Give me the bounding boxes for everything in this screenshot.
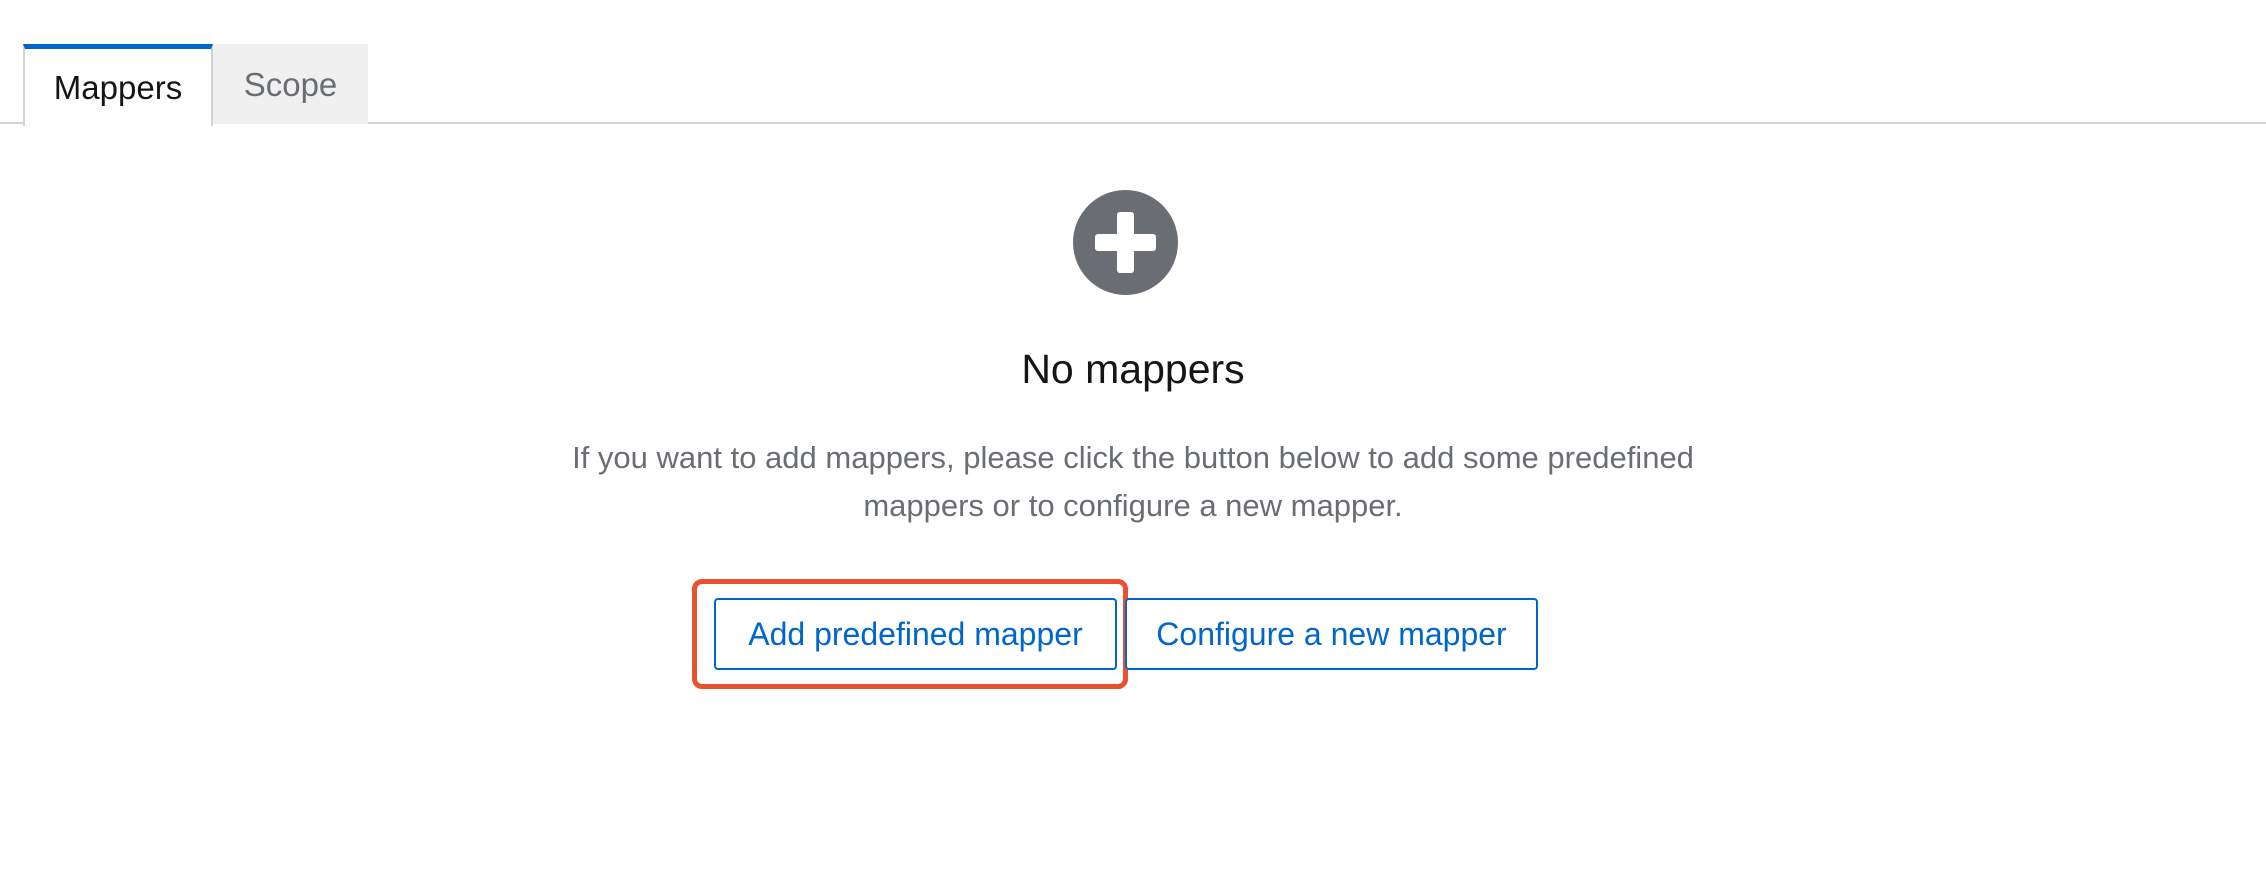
add-predefined-mapper-button[interactable]: Add predefined mapper (714, 598, 1117, 670)
configure-new-mapper-button[interactable]: Configure a new mapper (1125, 598, 1538, 670)
tab-mappers[interactable]: Mappers (23, 44, 213, 126)
empty-state-body: If you want to add mappers, please click… (533, 434, 1733, 530)
plus-circle-icon (1073, 190, 1178, 295)
tab-mappers-label: Mappers (53, 68, 183, 106)
empty-state: No mappers If you want to add mappers, p… (0, 124, 2266, 874)
empty-state-body-line-1: If you want to add mappers, please click… (572, 440, 1694, 475)
tab-scope-label: Scope (243, 65, 338, 103)
tab-bar: Mappers Scope (0, 0, 2266, 126)
client-scope-mappers-page: Mappers Scope No mappers If you want to … (0, 0, 2266, 874)
empty-state-body-line-2: mappers or to configure a new mapper. (863, 488, 1403, 523)
tab-scope[interactable]: Scope (213, 44, 368, 124)
empty-state-title: No mappers (1021, 346, 1245, 392)
